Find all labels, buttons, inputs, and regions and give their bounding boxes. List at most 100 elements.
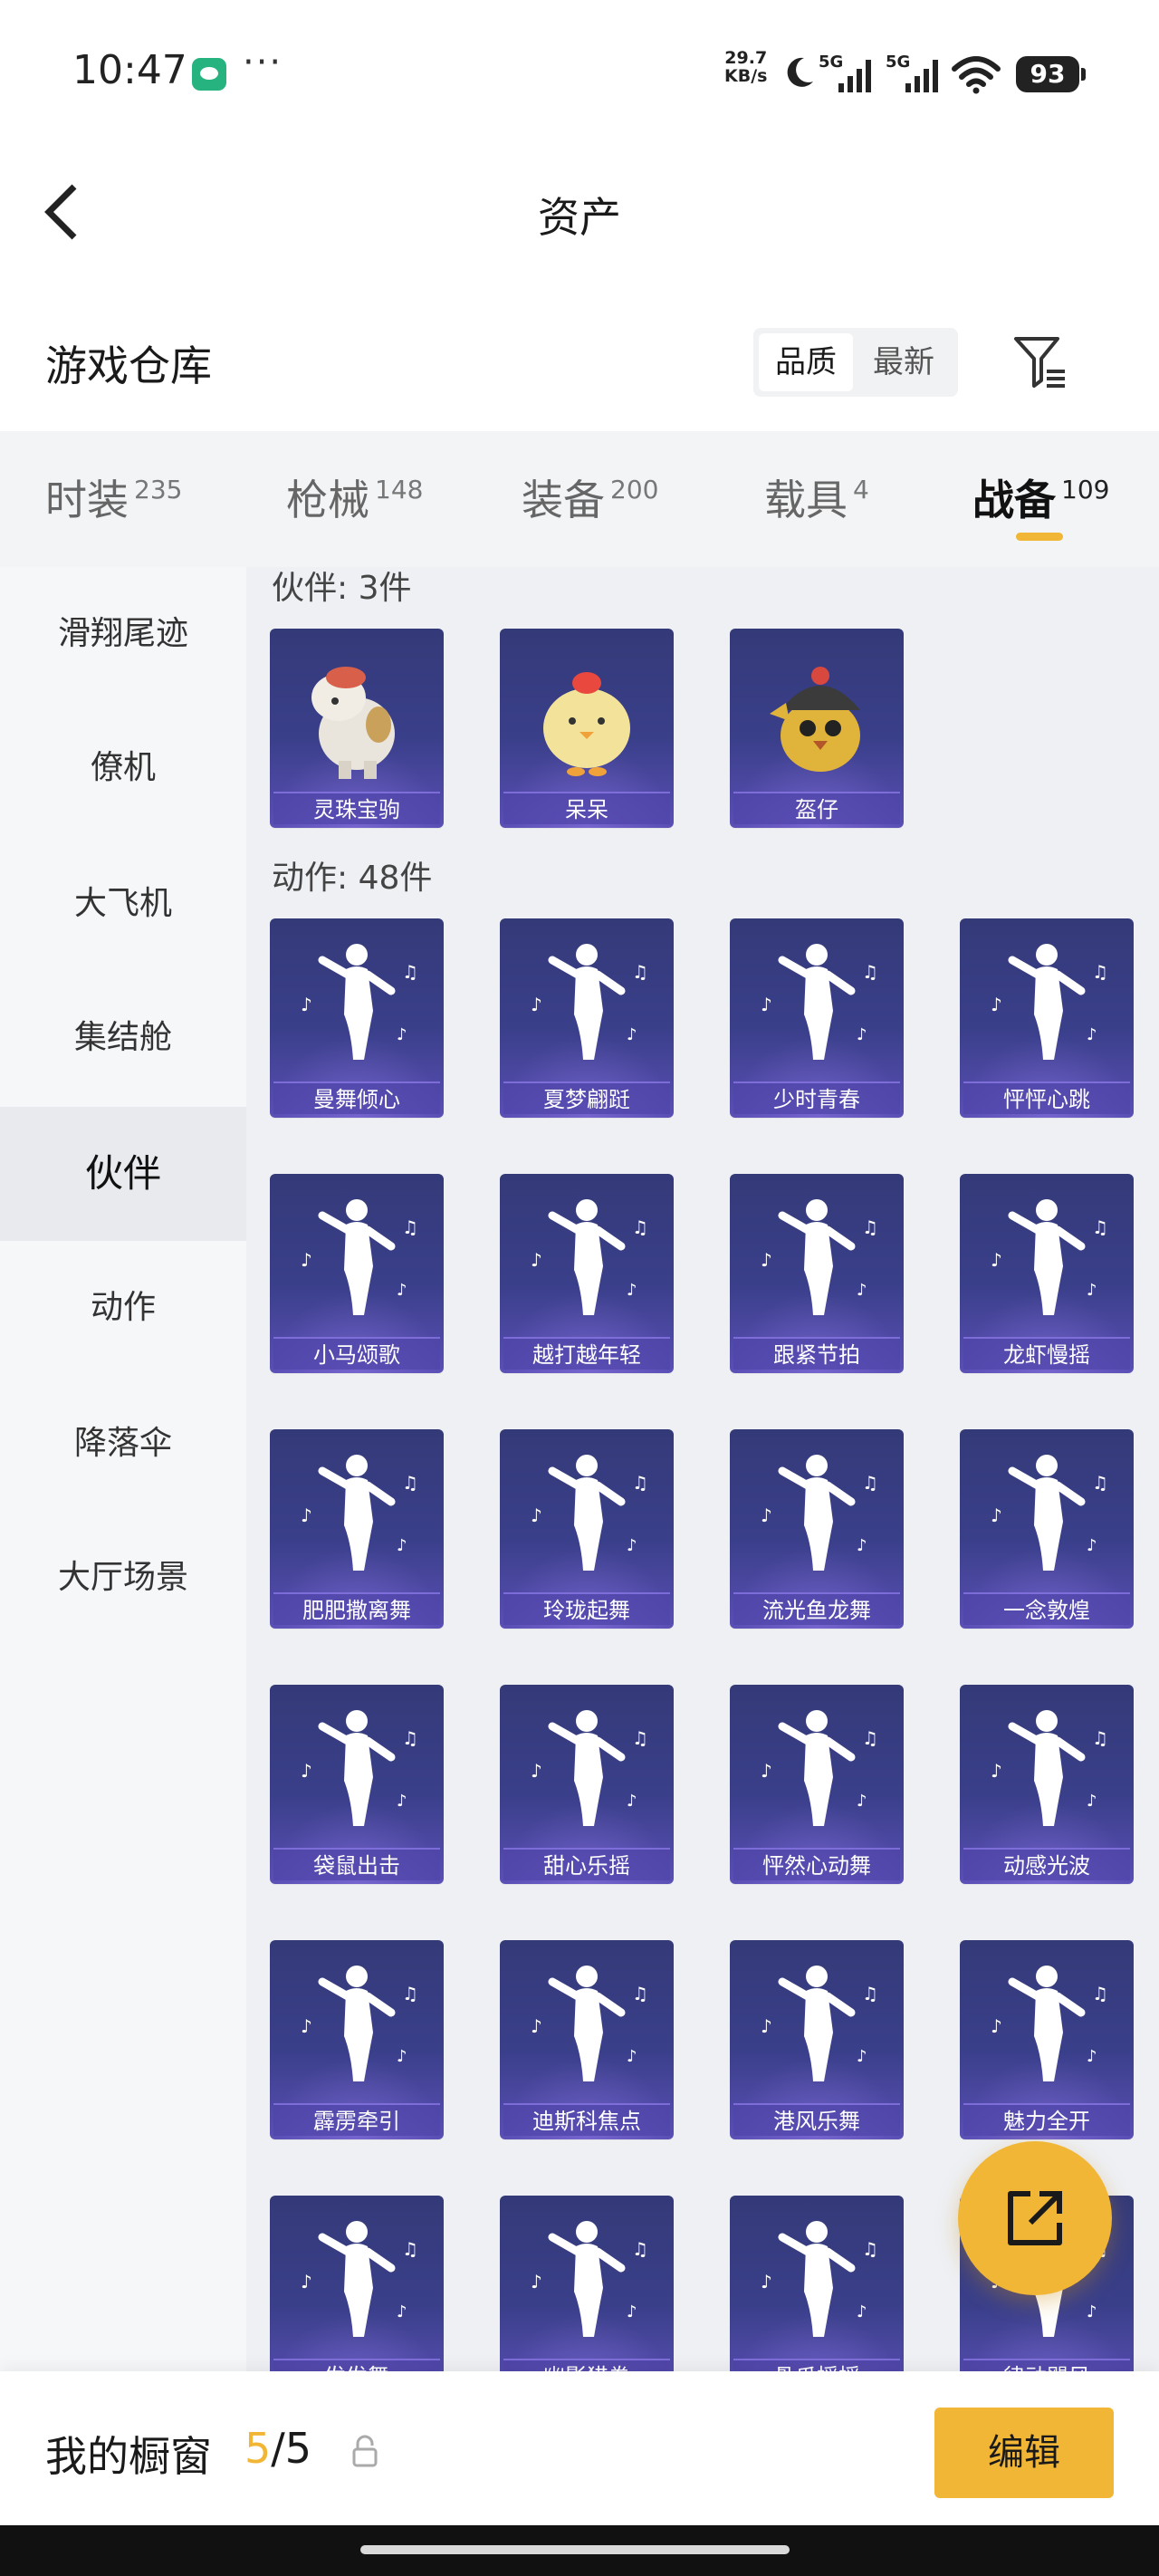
sort-newest-option[interactable]: 最新 — [857, 333, 951, 391]
filter-icon[interactable] — [1011, 332, 1068, 391]
showcase-separator: / — [271, 2424, 285, 2473]
svg-text:♫: ♫ — [632, 1727, 648, 1749]
dancer-silhouette-icon: ♪ ♫ ♪ — [761, 1455, 878, 1571]
emote-card[interactable]: ♪ ♫ ♪ 小马颂歌 — [270, 1174, 444, 1373]
emote-card[interactable]: ♪ ♫ ♪ 龙虾慢摇 — [960, 1174, 1134, 1373]
emote-card[interactable]: ♪ ♫ ♪ 肥肥撒离舞 — [270, 1429, 444, 1629]
emote-card[interactable]: ♪ ♫ ♪ 少时青春 — [730, 918, 904, 1118]
sidebar-item-glide-trail[interactable]: 滑翔尾迹 — [0, 567, 246, 701]
showcase-count: 5/5 — [244, 2424, 311, 2473]
emote-card[interactable]: ♪ ♫ ♪ 袋鼠出击 — [270, 1685, 444, 1884]
tab-count: 200 — [610, 475, 659, 505]
dancer-silhouette-icon: ♪ ♫ ♪ — [531, 944, 648, 1060]
partner-card[interactable]: 盔仔 — [730, 629, 904, 828]
emote-card[interactable]: ♪ ♫ ♪ 霹雳牵引 — [270, 1940, 444, 2139]
svg-text:♪: ♪ — [1087, 2047, 1097, 2066]
tab-war-prep[interactable]: 战备 109 — [972, 467, 1109, 527]
tab-count: 4 — [853, 475, 869, 505]
emote-card[interactable]: ♪ ♫ ♪ 一念敦煌 — [960, 1429, 1134, 1629]
dancer-silhouette-icon: ♪ ♫ ♪ — [761, 2221, 878, 2337]
card-label: 迪斯科焦点 — [503, 2103, 670, 2136]
svg-text:♫: ♫ — [862, 1983, 878, 2004]
partner-card[interactable]: 呆呆 — [500, 629, 674, 828]
svg-text:♪: ♪ — [761, 1760, 772, 1782]
cellular-signal-1-icon: 5G — [819, 53, 871, 92]
helmet-chick-figure-icon — [770, 667, 860, 772]
partners-section-label: 伙伴: 3件 — [272, 570, 412, 607]
showcase-label: 我的橱窗 — [45, 2432, 212, 2481]
svg-text:♪: ♪ — [531, 2015, 542, 2037]
svg-text:♫: ♫ — [862, 1472, 878, 1494]
share-button[interactable] — [958, 2141, 1112, 2295]
sort-toggle: 品质 最新 — [753, 328, 958, 397]
tab-count: 109 — [1061, 475, 1110, 505]
dancer-silhouette-icon: ♪ ♫ ♪ — [301, 944, 418, 1060]
sidebar-item-partner[interactable]: 伙伴 — [0, 1107, 246, 1241]
card-label: 肥肥撒离舞 — [273, 1592, 440, 1625]
sidebar-item-pod[interactable]: 集结舱 — [0, 971, 246, 1105]
sidebar-item-emote[interactable]: 动作 — [0, 1241, 246, 1375]
emote-card[interactable]: ♪ ♫ ♪ 越打越年轻 — [500, 1174, 674, 1373]
tab-equipment[interactable]: 装备 200 — [522, 467, 658, 527]
card-label: 呆呆 — [503, 792, 670, 824]
status-time: 10:47 — [72, 47, 187, 93]
battery-indicator: 93 — [1016, 56, 1086, 92]
emote-card[interactable]: ♪ ♫ ♪ 港风乐舞 — [730, 1940, 904, 2139]
emote-card[interactable]: ♪ ♫ ♪ 流光鱼龙舞 — [730, 1429, 904, 1629]
svg-text:♫: ♫ — [862, 1216, 878, 1238]
showcase-current: 5 — [244, 2424, 272, 2473]
emote-card[interactable]: ♪ ♫ ♪ 曼舞倾心 — [270, 918, 444, 1118]
edit-button[interactable]: 编辑 — [934, 2408, 1114, 2498]
home-indicator[interactable] — [360, 2545, 790, 2554]
partner-card[interactable]: 灵珠宝驹 — [270, 629, 444, 828]
svg-text:♪: ♪ — [627, 2047, 637, 2066]
emote-card[interactable]: ♪♫♪骨爪摇摇 — [730, 2196, 904, 2379]
card-label: 龙虾慢摇 — [963, 1337, 1130, 1370]
tab-firearms[interactable]: 枪械 148 — [286, 467, 423, 527]
emote-card[interactable]: ♪ ♫ ♪ 动感光波 — [960, 1685, 1134, 1884]
svg-text:♪: ♪ — [991, 2015, 1002, 2037]
sidebar-item-wingman[interactable]: 僚机 — [0, 701, 246, 835]
warehouse-title: 游戏仓库 — [45, 341, 212, 390]
showcase-total: 5 — [284, 2424, 312, 2473]
card-label: 灵珠宝驹 — [273, 792, 440, 824]
card-label: 甜心乐摇 — [503, 1848, 670, 1880]
svg-text:♪: ♪ — [761, 2271, 772, 2292]
emote-card[interactable]: ♪ ♫ ♪ 怦然心动舞 — [730, 1685, 904, 1884]
dancer-silhouette-icon: ♪ ♫ ♪ — [531, 2221, 648, 2337]
svg-text:♪: ♪ — [991, 1504, 1002, 1526]
svg-text:♪: ♪ — [857, 1792, 867, 1811]
svg-text:♫: ♫ — [1092, 961, 1108, 983]
emote-card[interactable]: ♪♫♪发发舞 — [270, 2196, 444, 2379]
emote-card[interactable]: ♪ ♫ ♪ 魅力全开 — [960, 1940, 1134, 2139]
svg-text:♪: ♪ — [857, 1025, 867, 1044]
sidebar-item-airplane[interactable]: 大飞机 — [0, 837, 246, 971]
svg-text:♪: ♪ — [301, 1760, 312, 1782]
sidebar-item-parachute[interactable]: 降落伞 — [0, 1377, 246, 1511]
emote-card[interactable]: ♪ ♫ ♪ 迪斯科焦点 — [500, 1940, 674, 2139]
emote-card[interactable]: ♪ ♫ ♪ 玲珑起舞 — [500, 1429, 674, 1629]
network-speed: 29.7 KB/s — [724, 49, 767, 85]
emote-card[interactable]: ♪ ♫ ♪ 怦怦心跳 — [960, 918, 1134, 1118]
sidebar-item-lobby[interactable]: 大厅场景 — [0, 1511, 246, 1645]
svg-text:♪: ♪ — [857, 2302, 867, 2321]
tab-vehicles[interactable]: 载具 4 — [764, 467, 869, 527]
tab-label: 装备 — [522, 476, 605, 524]
emote-card[interactable]: ♪ ♫ ♪ 夏梦翩跹 — [500, 918, 674, 1118]
svg-text:♪: ♪ — [1087, 1025, 1097, 1044]
emote-card[interactable]: ♪♫♪幽影猎拳 — [500, 2196, 674, 2379]
svg-text:♪: ♪ — [397, 1025, 407, 1044]
emote-card[interactable]: ♪ ♫ ♪ 甜心乐摇 — [500, 1685, 674, 1884]
emote-card[interactable]: ♪ ♫ ♪ 跟紧节拍 — [730, 1174, 904, 1373]
svg-text:♪: ♪ — [531, 1249, 542, 1271]
dancer-silhouette-icon: ♪ ♫ ♪ — [531, 1455, 648, 1571]
signal-1-label: 5G — [819, 53, 843, 72]
card-label: 越打越年轻 — [503, 1337, 670, 1370]
tab-fashion[interactable]: 时装 235 — [45, 467, 182, 527]
svg-text:♫: ♫ — [1092, 1727, 1108, 1749]
svg-text:♫: ♫ — [1092, 1983, 1108, 2004]
sort-quality-option[interactable]: 品质 — [759, 333, 853, 391]
card-label: 魅力全开 — [963, 2103, 1130, 2136]
card-label: 袋鼠出击 — [273, 1848, 440, 1880]
svg-text:♫: ♫ — [402, 961, 418, 983]
